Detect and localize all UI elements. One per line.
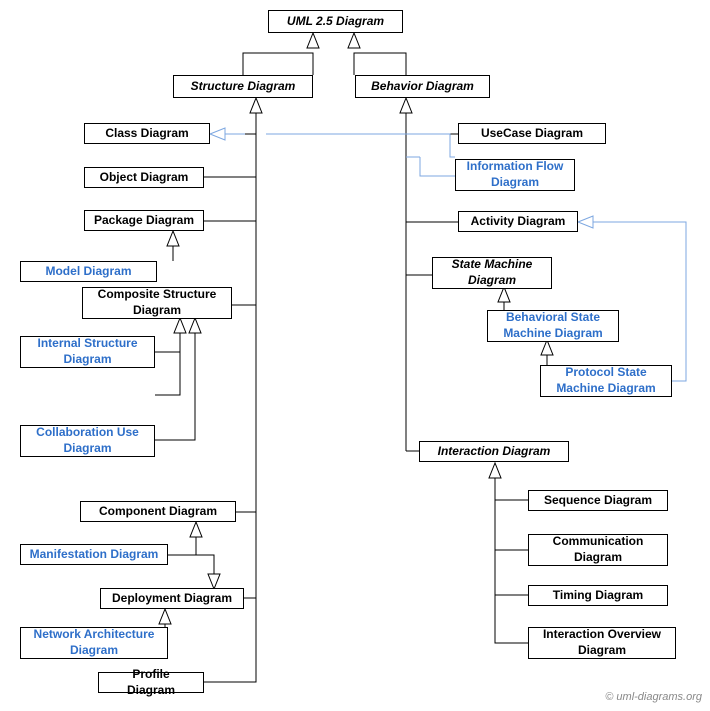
internal-structure-diagram: Internal Structure Diagram [20, 336, 155, 368]
object-diagram: Object Diagram [84, 167, 204, 188]
deployment-diagram: Deployment Diagram [100, 588, 244, 609]
composite-structure-diagram: Composite Structure Diagram [82, 287, 232, 319]
component-diagram: Component Diagram [80, 501, 236, 522]
package-diagram: Package Diagram [84, 210, 204, 231]
interaction-overview-diagram: Interaction Overview Diagram [528, 627, 676, 659]
activity-diagram: Activity Diagram [458, 211, 578, 232]
interaction-diagram: Interaction Diagram [419, 441, 569, 462]
uml-root: UML 2.5 Diagram [268, 10, 403, 33]
behavioral-state-machine-diagram: Behavioral State Machine Diagram [487, 310, 619, 342]
structure-diagram: Structure Diagram [173, 75, 313, 98]
usecase-diagram: UseCase Diagram [458, 123, 606, 144]
communication-diagram: Communication Diagram [528, 534, 668, 566]
collaboration-use-diagram: Collaboration Use Diagram [20, 425, 155, 457]
copyright-text: © uml-diagrams.org [605, 691, 702, 703]
manifestation-diagram: Manifestation Diagram [20, 544, 168, 565]
behavior-diagram: Behavior Diagram [355, 75, 490, 98]
model-diagram: Model Diagram [20, 261, 157, 282]
information-flow-diagram: Information Flow Diagram [455, 159, 575, 191]
class-diagram: Class Diagram [84, 123, 210, 144]
sequence-diagram: Sequence Diagram [528, 490, 668, 511]
timing-diagram: Timing Diagram [528, 585, 668, 606]
profile-diagram: Profile Diagram [98, 672, 204, 693]
state-machine-diagram: State Machine Diagram [432, 257, 552, 289]
protocol-state-machine-diagram: Protocol State Machine Diagram [540, 365, 672, 397]
network-architecture-diagram: Network Architecture Diagram [20, 627, 168, 659]
